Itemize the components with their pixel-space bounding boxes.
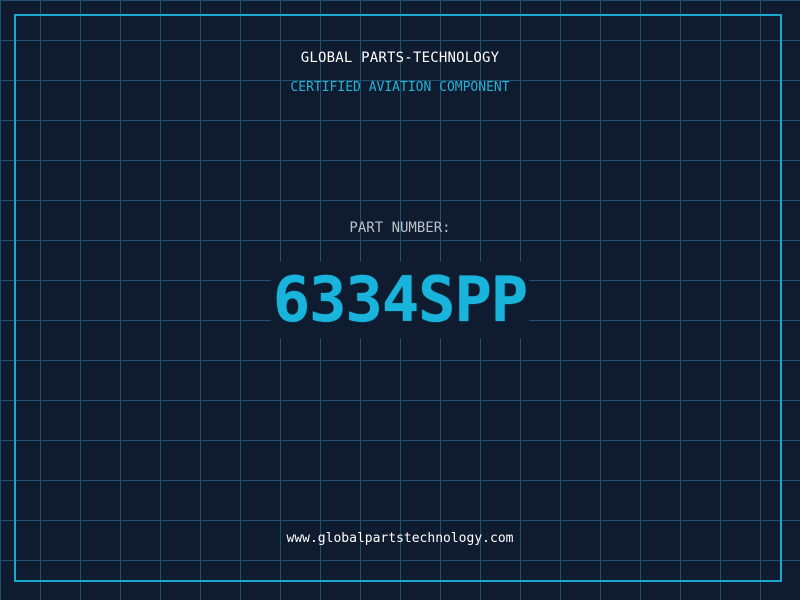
company-name: GLOBAL PARTS-TECHNOLOGY [300,50,500,66]
website-url: www.globalpartstechnology.com [286,531,514,546]
part-number-value: 6334SPP [270,262,530,338]
part-number-container: 6334SPP [0,262,800,338]
component-subtitle: CERTIFIED AVIATION COMPONENT [290,80,510,95]
part-number-label: PART NUMBER: [349,220,451,236]
